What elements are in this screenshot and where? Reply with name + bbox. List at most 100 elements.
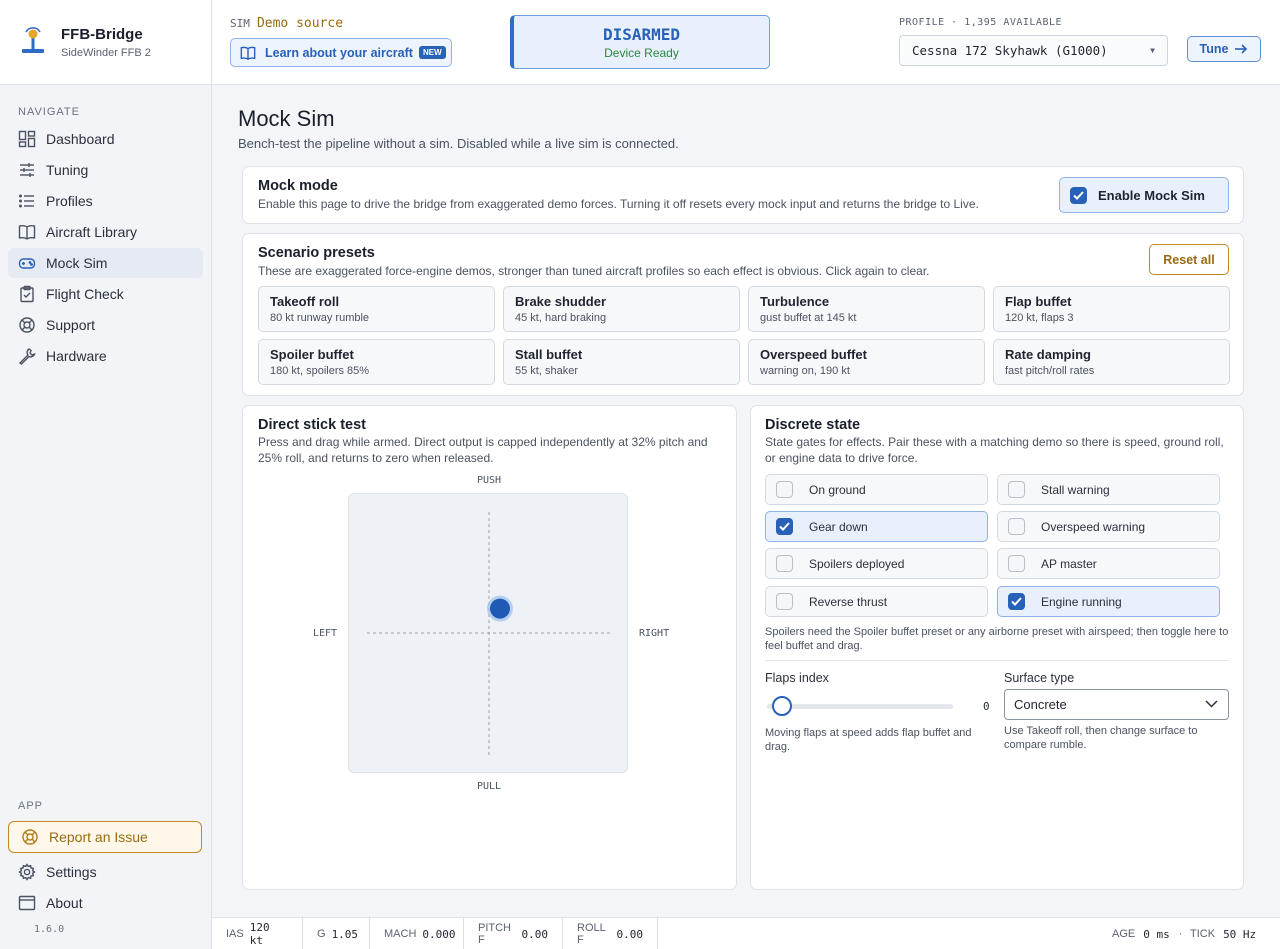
brand-subtitle: SideWinder FFB 2 [61, 46, 151, 59]
stick-pad[interactable] [348, 493, 628, 773]
flaps-value: 0 [983, 700, 990, 713]
report-issue-button[interactable]: Report an Issue [8, 821, 202, 853]
sidebar-item-aircraft-library[interactable]: Aircraft Library [8, 217, 203, 247]
preset-desc: 55 kt, shaker [515, 365, 578, 377]
status-bar: IAS 120 kt G 1.05 MACH 0.000 PITCH F 0.0… [212, 917, 1280, 949]
preset-desc: fast pitch/roll rates [1005, 365, 1095, 377]
stat-tick: TICK 50 Hz [1190, 918, 1256, 949]
stat-label: ROLL F [577, 922, 606, 946]
checkbox-unchecked-icon [776, 555, 793, 572]
nav-heading: NAVIGATE [18, 106, 80, 118]
stat-value: 50 Hz [1223, 927, 1257, 941]
surface-label: Surface type [1004, 671, 1075, 685]
stat-value: 0.00 [521, 927, 549, 941]
learn-aircraft-button[interactable]: Learn about your aircraft NEW [230, 38, 452, 67]
new-badge: NEW [418, 46, 446, 59]
sidebar-item-support[interactable]: Support [8, 310, 203, 340]
sim-label: SIM [230, 17, 250, 30]
state-spoilers-deployed[interactable]: Spoilers deployed [765, 548, 988, 579]
app-heading: APP [18, 800, 44, 812]
brand-title: FFB-Bridge [61, 25, 143, 43]
presets-desc: These are exaggerated force-engine demos… [258, 264, 930, 278]
stick-crosshair [367, 512, 611, 756]
divider [765, 660, 1229, 661]
preset-name: Rate damping [1005, 347, 1091, 362]
stick-knob[interactable] [489, 598, 510, 619]
device-status: Device Ready [604, 46, 679, 60]
brand: FFB-Bridge SideWinder FFB 2 [0, 0, 211, 85]
state-stall-warning[interactable]: Stall warning [997, 474, 1220, 505]
preset-rate-damping[interactable]: Rate damping fast pitch/roll rates [993, 339, 1230, 385]
push-label: PUSH [477, 475, 502, 486]
checkbox-unchecked-icon [1008, 518, 1025, 535]
window-icon [18, 895, 36, 911]
enable-mock-sim-toggle[interactable]: Enable Mock Sim [1059, 177, 1229, 213]
state-on-ground[interactable]: On ground [765, 474, 988, 505]
sidebar-item-flight-check[interactable]: Flight Check [8, 279, 203, 309]
sidebar-item-profiles[interactable]: Profiles [8, 186, 203, 216]
preset-desc: 120 kt, flaps 3 [1005, 312, 1074, 324]
sidebar-item-label: Mock Sim [46, 255, 108, 271]
flaps-slider-track[interactable] [767, 704, 953, 709]
chevron-down-icon: ▼ [1150, 46, 1155, 55]
sidebar-item-label: Hardware [46, 348, 107, 364]
sim-value: Demo source [256, 16, 344, 31]
sidebar-item-about[interactable]: About [8, 888, 202, 918]
enable-mock-sim-label: Enable Mock Sim [1098, 187, 1205, 203]
sidebar-item-label: Tuning [46, 162, 89, 178]
sidebar-item-dashboard[interactable]: Dashboard [8, 124, 203, 154]
flaps-label: Flaps index [765, 671, 829, 685]
preset-brake-shudder[interactable]: Brake shudder 45 kt, hard braking [503, 286, 740, 332]
state-overspeed-warning[interactable]: Overspeed warning [997, 511, 1220, 542]
mock-mode-desc: Enable this page to drive the bridge fro… [258, 197, 979, 211]
preset-desc: gust buffet at 145 kt [760, 312, 857, 324]
preset-name: Spoiler buffet [270, 347, 354, 362]
sidebar-item-label: Profiles [46, 193, 93, 209]
flaps-hint: Moving flaps at speed adds flap buffet a… [765, 727, 972, 753]
preset-stall-buffet[interactable]: Stall buffet 55 kt, shaker [503, 339, 740, 385]
stat-value: 0.00 [616, 927, 644, 941]
list-icon [19, 194, 34, 208]
state-label: Spoilers deployed [809, 556, 905, 571]
profile-select[interactable]: Cessna 172 Skyhawk (G1000) ▼ [899, 35, 1168, 66]
surface-hint: Use Takeoff roll, then change surface to… [1004, 725, 1198, 751]
state-ap-master[interactable]: AP master [997, 548, 1220, 579]
stat-age: AGE 0 ms · [1112, 918, 1191, 949]
state-reverse-thrust[interactable]: Reverse thrust [765, 586, 988, 617]
preset-overspeed-buffet[interactable]: Overspeed buffet warning on, 190 kt [748, 339, 985, 385]
preset-flap-buffet[interactable]: Flap buffet 120 kt, flaps 3 [993, 286, 1230, 332]
discrete-desc: State gates for effects. Pair these with… [765, 435, 1224, 465]
page-title: Mock Sim [238, 106, 335, 131]
checkbox-checked-icon [776, 518, 793, 535]
sidebar-item-mock-sim[interactable]: Mock Sim [8, 248, 203, 278]
preset-desc: 45 kt, hard braking [515, 312, 607, 324]
arm-status-panel[interactable]: DISARMED Device Ready [510, 15, 770, 69]
preset-spoiler-buffet[interactable]: Spoiler buffet 180 kt, spoilers 85% [258, 339, 495, 385]
tune-button[interactable]: Tune [1187, 36, 1261, 62]
presets-title: Scenario presets [258, 245, 375, 261]
flaps-slider-thumb[interactable] [772, 696, 792, 716]
page-subtitle: Bench-test the pipeline without a sim. D… [238, 136, 679, 151]
arrow-right-icon [1235, 44, 1248, 54]
separator-dot: · [1178, 928, 1183, 940]
preset-name: Brake shudder [515, 294, 607, 309]
preset-turbulence[interactable]: Turbulence gust buffet at 145 kt [748, 286, 985, 332]
sidebar-item-settings[interactable]: Settings [8, 857, 202, 887]
gear-icon [18, 863, 36, 881]
sidebar-item-tuning[interactable]: Tuning [8, 155, 203, 185]
lifebuoy-icon [22, 829, 38, 845]
reset-all-button[interactable]: Reset all [1149, 244, 1229, 275]
preset-takeoff-roll[interactable]: Takeoff roll 80 kt runway rumble [258, 286, 495, 332]
stat-label: TICK [1190, 928, 1216, 940]
state-engine-running[interactable]: Engine running [997, 586, 1220, 617]
stat-value: 120 kt [249, 921, 270, 947]
stat-roll-force: ROLL F 0.00 [563, 918, 658, 949]
stat-ias: IAS 120 kt [212, 918, 303, 949]
sidebar-item-hardware[interactable]: Hardware [8, 341, 203, 371]
surface-type-select[interactable]: Concrete [1004, 689, 1229, 720]
checkbox-unchecked-icon [776, 593, 793, 610]
state-label: Reverse thrust [809, 594, 888, 609]
state-gear-down[interactable]: Gear down [765, 511, 988, 542]
preset-name: Flap buffet [1005, 294, 1072, 309]
book-icon [18, 225, 36, 240]
